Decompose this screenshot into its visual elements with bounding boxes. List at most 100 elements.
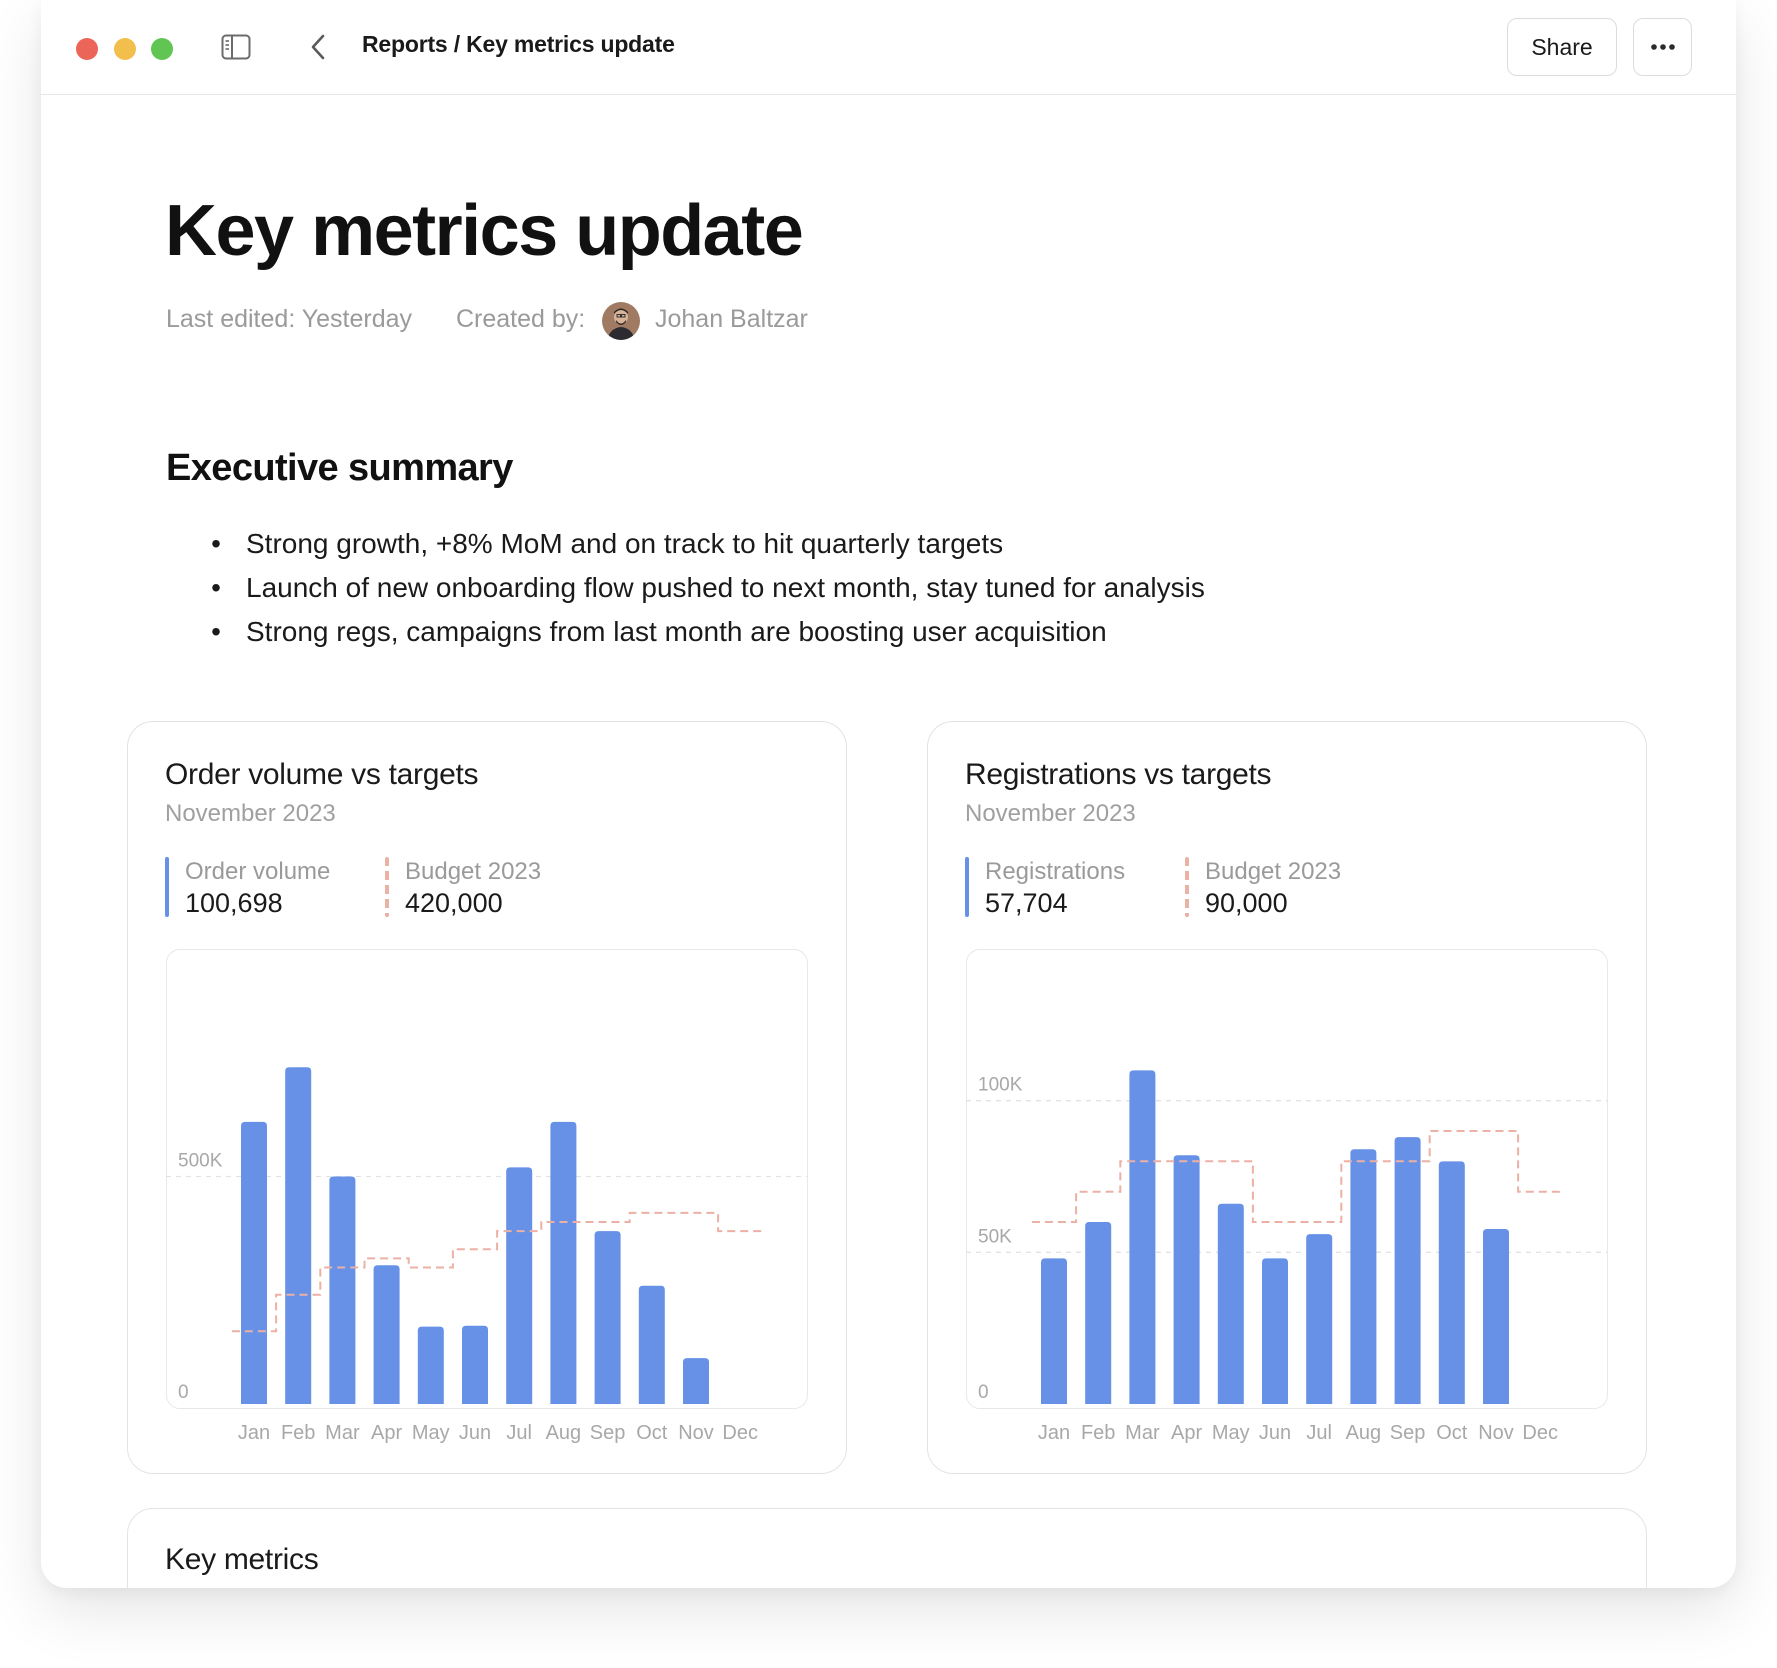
list-item: • Launch of new onboarding flow pushed to… <box>211 572 1205 603</box>
bar <box>1129 1070 1156 1404</box>
bar <box>373 1265 400 1404</box>
app-window: Reports / Key metrics update Share Key m… <box>41 0 1736 1588</box>
legend-swatch <box>165 857 169 917</box>
maximize-window-button[interactable] <box>151 38 173 60</box>
bar <box>462 1325 488 1404</box>
bar <box>1262 1258 1288 1404</box>
legend-budget: Budget 2023 420,000 <box>385 857 541 919</box>
x-tick-label: Oct <box>636 1422 668 1444</box>
y-tick-label: 0 <box>978 1382 989 1403</box>
x-tick-label: Aug <box>546 1422 582 1444</box>
more-options-button[interactable] <box>1633 18 1692 76</box>
close-window-button[interactable] <box>76 38 98 60</box>
bar <box>550 1121 577 1404</box>
x-tick-label: Sep <box>590 1422 626 1444</box>
legend-label: Budget 2023 <box>1205 858 1342 885</box>
bar <box>285 1067 312 1404</box>
bar <box>329 1176 356 1404</box>
list-item-text: Strong growth, +8% MoM and on track to h… <box>246 528 1004 559</box>
y-tick-label: 0 <box>178 1382 189 1403</box>
legend-swatch <box>1185 857 1189 917</box>
bar <box>1217 1203 1244 1404</box>
x-tick-label: Sep <box>1390 1422 1426 1444</box>
list-item-text: Strong regs, campaigns from last month a… <box>246 616 1107 647</box>
x-tick-label: Mar <box>325 1422 360 1444</box>
x-tick-label: Nov <box>678 1422 714 1444</box>
page-title: Key metrics update <box>165 191 804 271</box>
legend-budget: Budget 2023 90,000 <box>1185 857 1341 919</box>
bar <box>1085 1222 1112 1404</box>
legend-swatch <box>385 857 389 917</box>
x-tick-label: Jun <box>1259 1422 1291 1444</box>
x-tick-label: Dec <box>1522 1422 1558 1444</box>
x-tick-label: Jan <box>238 1422 270 1444</box>
legend-value: 420,000 <box>405 888 503 918</box>
x-tick-label: Apr <box>371 1422 402 1444</box>
bar <box>594 1231 621 1404</box>
last-edited-text: Last edited: Yesterday <box>166 305 413 333</box>
bar <box>506 1167 533 1404</box>
legend-registrations: Registrations 57,704 <box>965 857 1125 919</box>
x-tick-label: Jul <box>1306 1422 1332 1444</box>
x-tick-label: Apr <box>1171 1422 1202 1444</box>
x-tick-label: Nov <box>1478 1422 1514 1444</box>
registrations-chart: 0 50K 100K Jan Feb Mar Apr May Jun Jul Aug Sep Oct No… <box>966 1070 1608 1444</box>
bar <box>417 1326 444 1404</box>
legend-label: Budget 2023 <box>405 858 542 885</box>
card-title: Registrations vs targets <box>965 758 1272 791</box>
sidebar-toggle-icon[interactable] <box>221 34 251 60</box>
legend-label: Registrations <box>985 858 1126 885</box>
legend-value: 57,704 <box>985 888 1068 918</box>
x-tick-label: Oct <box>1436 1422 1468 1444</box>
x-tick-label: Feb <box>1081 1422 1115 1444</box>
order-volume-chart: 0 500K Jan Feb Mar Apr May Jun Jul Aug Sep Oct Nov De… <box>166 1067 808 1444</box>
section-heading: Executive summary <box>166 447 513 489</box>
ellipsis-icon <box>1650 44 1675 50</box>
x-tick-label: Dec <box>722 1422 758 1444</box>
bar <box>683 1358 709 1404</box>
x-tick-label: Jul <box>506 1422 532 1444</box>
x-tick-label: Jan <box>1038 1422 1070 1444</box>
list-item-text: Launch of new onboarding flow pushed to … <box>246 572 1205 603</box>
bar <box>1438 1161 1465 1404</box>
card-subtitle: November 2023 <box>965 800 1136 827</box>
card-title: Key metrics <box>165 1543 319 1576</box>
bar <box>638 1285 665 1404</box>
card-subtitle: November 2023 <box>165 800 336 827</box>
legend-value: 90,000 <box>1205 888 1288 918</box>
chevron-left-icon[interactable] <box>303 30 333 64</box>
list-item: • Strong growth, +8% MoM and on track to … <box>211 528 1004 559</box>
share-button[interactable]: Share <box>1507 18 1617 76</box>
legend-swatch <box>965 857 969 917</box>
registrations-card: Registrations vs targets November 2023 R… <box>927 721 1647 1474</box>
order-volume-card: Order volume vs targets November 2023 Or… <box>127 721 847 1474</box>
y-tick-label: 100K <box>978 1075 1023 1096</box>
author-name[interactable]: Johan Baltzar <box>655 305 808 334</box>
title-bar: Reports / Key metrics update Share <box>41 0 1736 95</box>
bar <box>1350 1149 1377 1404</box>
breadcrumb[interactable]: Reports / Key metrics update <box>362 31 675 58</box>
legend-label: Order volume <box>185 858 331 885</box>
budget-step-line <box>231 1211 763 1333</box>
card-title: Order volume vs targets <box>165 758 479 791</box>
x-tick-label: May <box>412 1422 450 1444</box>
list-item: • Strong regs, campaigns from last month … <box>211 616 1107 647</box>
summary-list: • Strong growth, +8% MoM and on track to … <box>206 522 1205 654</box>
minimize-window-button[interactable] <box>114 38 136 60</box>
x-tick-label: May <box>1212 1422 1250 1444</box>
avatar[interactable] <box>602 302 640 340</box>
legend-value: 100,698 <box>185 888 283 918</box>
created-by-label: Created by: <box>456 305 586 333</box>
bar <box>1483 1228 1509 1404</box>
bar <box>1173 1155 1200 1404</box>
bar <box>241 1121 267 1404</box>
legend-order-volume: Order volume 100,698 <box>165 857 330 919</box>
y-tick-label: 500K <box>178 1151 223 1172</box>
bar <box>1041 1258 1067 1404</box>
x-tick-label: Mar <box>1125 1422 1160 1444</box>
budget-step-line <box>1031 1130 1563 1223</box>
key-metrics-card: Key metrics <box>127 1508 1647 1588</box>
x-tick-label: Aug <box>1346 1422 1382 1444</box>
bar <box>1306 1234 1333 1404</box>
bar <box>1394 1137 1421 1404</box>
